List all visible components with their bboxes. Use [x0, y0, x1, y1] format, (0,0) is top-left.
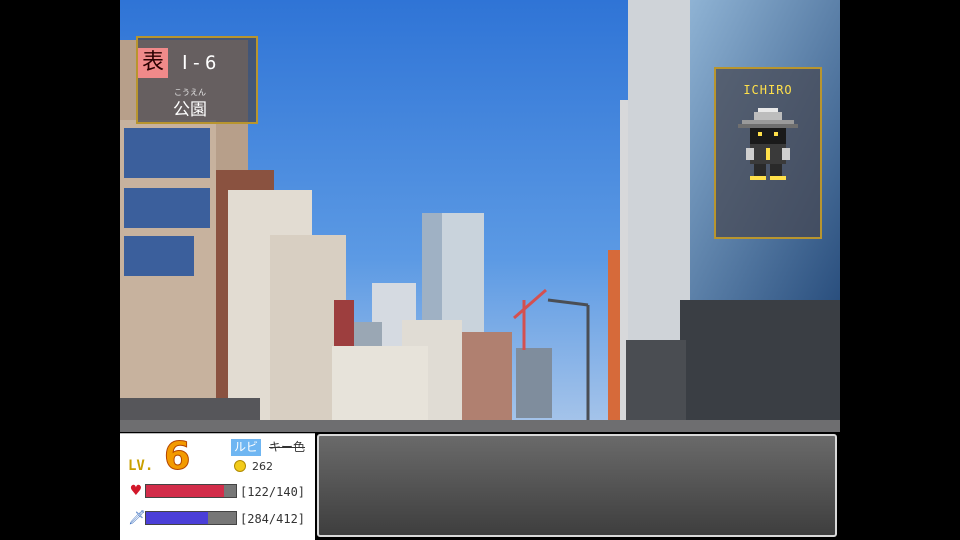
- hp-bar: [145, 484, 237, 498]
- heart-icon: ♥: [129, 483, 143, 499]
- mp-value: [284/412]: [240, 512, 306, 526]
- message-window[interactable]: [317, 434, 837, 537]
- road: [120, 420, 840, 432]
- character-sprite[interactable]: [738, 108, 798, 180]
- mp-bar: [145, 511, 237, 525]
- level-label: LV.: [128, 458, 154, 474]
- hp-bar-fill: [146, 485, 225, 497]
- location-side-badge: 表: [138, 48, 168, 78]
- ruby-toggle[interactable]: ルビ: [231, 439, 262, 456]
- location-name: 公園: [173, 100, 207, 120]
- location-code: Ⅰ-6: [182, 52, 220, 74]
- hp-value: [122/140]: [240, 485, 306, 499]
- character-name: ICHIRO: [743, 83, 793, 97]
- key-color-toggle[interactable]: キー色: [269, 439, 305, 456]
- sword-icon: 🗡: [128, 510, 146, 526]
- level-value: 6: [163, 434, 191, 479]
- coin-icon: [234, 460, 246, 472]
- gold-amount: 262: [252, 460, 273, 473]
- game-screen: 表 Ⅰ-6 こうえん 公園 ICHIRO LV. 6 ルビ キー色 262 ♥ …: [120, 0, 840, 540]
- mp-bar-fill: [146, 512, 208, 524]
